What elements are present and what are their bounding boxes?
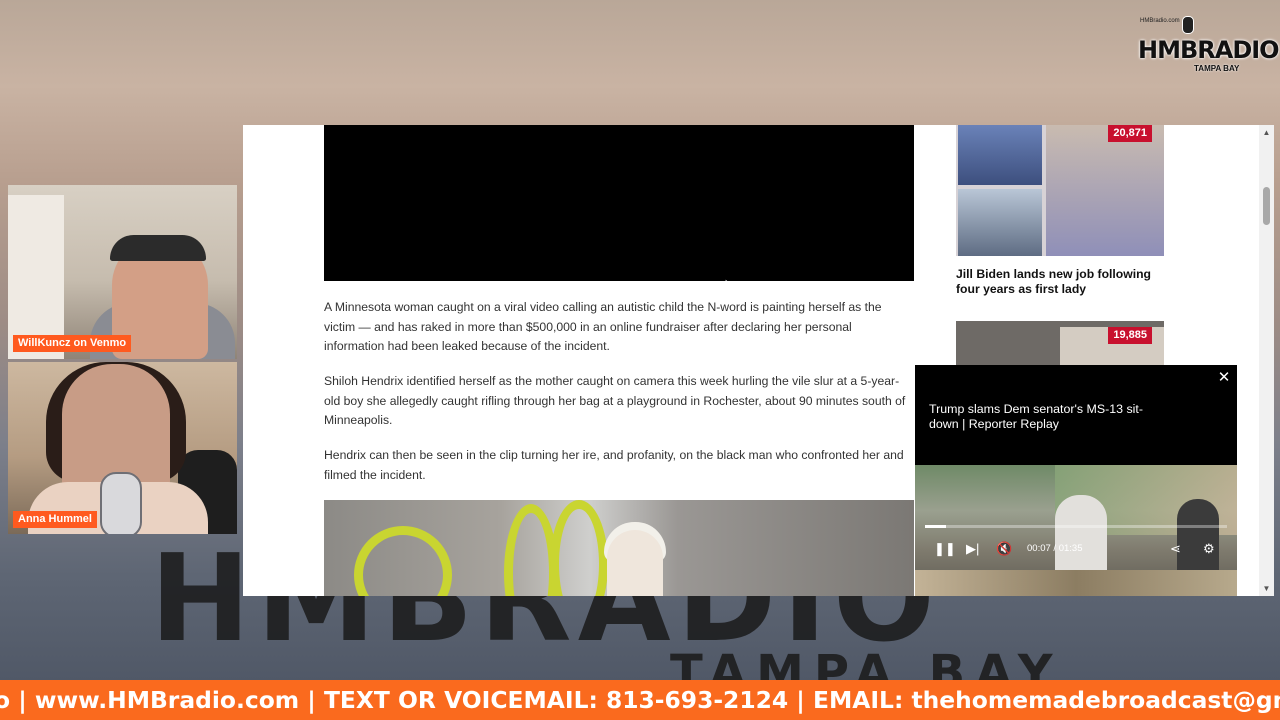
video-scene-table [915,570,1237,596]
duration: 01:35 [1058,543,1083,554]
popup-video-title[interactable]: Trump slams Dem senator's MS-13 sit-down… [929,402,1169,432]
story-thumbnail[interactable]: 19,885 [956,321,1164,366]
story-headline[interactable]: Jill Biden lands new job following four … [956,267,1164,297]
share-count-badge: 19,885 [1108,327,1152,344]
page-scrollbar[interactable]: ▲ ▼ [1259,125,1274,596]
webcam-host-1: WillKuncz on Venmo [8,185,237,359]
close-icon[interactable]: ✕ [1216,370,1232,386]
ticker-text: o | www.HMBradio.com | TEXT OR VOICEMAIL… [0,686,1280,714]
popup-header: Trump slams Dem senator's MS-13 sit-down… [915,365,1237,465]
thumbnail-photo [1046,125,1164,256]
story-thumbnail[interactable]: 20,871 [956,125,1164,256]
webcam-name-label: Anna Hummel [13,511,97,528]
webcam-name-label: WillKuncz on Venmo [13,335,132,352]
photo-person [607,530,663,596]
video-scene-person [1177,499,1219,575]
webcam-host-2: Anna Hummel [8,362,237,534]
lower-third-ticker: o | www.HMBradio.com | TEXT OR VOICEMAIL… [0,680,1280,720]
pause-icon[interactable]: ❚❚ [934,541,956,557]
logo-sub: TAMPA BAY [1194,64,1240,73]
mute-icon[interactable]: 🔇 [996,541,1012,557]
scroll-down-icon[interactable]: ▼ [1262,584,1271,593]
floating-video-player: Trump slams Dem senator's MS-13 sit-down… [915,365,1237,596]
video-time: 00:07 / 01:35 [1027,543,1082,555]
webcam-headphones [110,235,206,261]
current-time: 00:07 [1027,543,1051,554]
thumbnail-photo [958,189,1042,256]
playground-swing [550,500,608,596]
scroll-up-icon[interactable]: ▲ [1262,128,1271,137]
logo-main: HMBRADIO [1138,36,1280,64]
scroll-thumb[interactable] [1263,187,1270,225]
thumbnail-photo [958,125,1042,185]
next-icon[interactable]: ▶| [966,541,979,557]
article-paragraph-3: Hendrix can then be seen in the clip tur… [324,448,904,482]
share-count-badge: 20,871 [1108,125,1152,142]
video-progress-bar[interactable] [925,525,1227,528]
hmb-radio-logo: HMBradio.com HMBRADIO TAMPA BAY [1134,16,1280,76]
share-icon[interactable]: ⋖ [1170,541,1181,557]
article-paragraph-2: Shiloh Hendrix identified herself as the… [324,374,906,427]
settings-gear-icon[interactable]: ⚙ [1203,541,1215,557]
article-paragraph-1: A Minnesota woman caught on a viral vide… [324,300,882,353]
playground-swing [354,526,452,596]
article-video-player[interactable] [324,125,914,281]
time-separator: / [1053,543,1057,554]
microphone-icon [1182,16,1194,34]
article-image [324,500,914,596]
popup-video-frame[interactable]: ❚❚ ▶| 🔇 00:07 / 01:35 ⋖ ⚙ [915,465,1237,596]
logo-url: HMBradio.com [1140,18,1180,24]
video-progress-fill [925,525,947,528]
video-scene-person [1055,495,1107,575]
microphone-icon [100,472,142,534]
